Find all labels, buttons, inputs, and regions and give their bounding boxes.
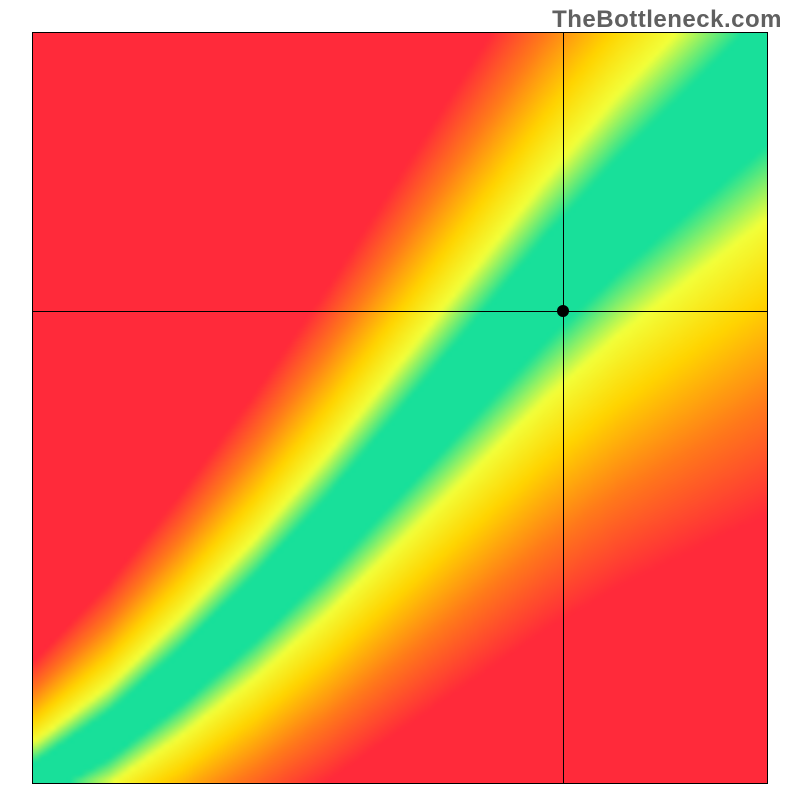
heatmap-canvas xyxy=(33,33,767,783)
crosshair-horizontal xyxy=(33,311,767,312)
crosshair-vertical xyxy=(563,33,564,783)
watermark-text: TheBottleneck.com xyxy=(552,6,782,34)
selected-point xyxy=(557,305,569,317)
heatmap-plot xyxy=(32,32,768,784)
